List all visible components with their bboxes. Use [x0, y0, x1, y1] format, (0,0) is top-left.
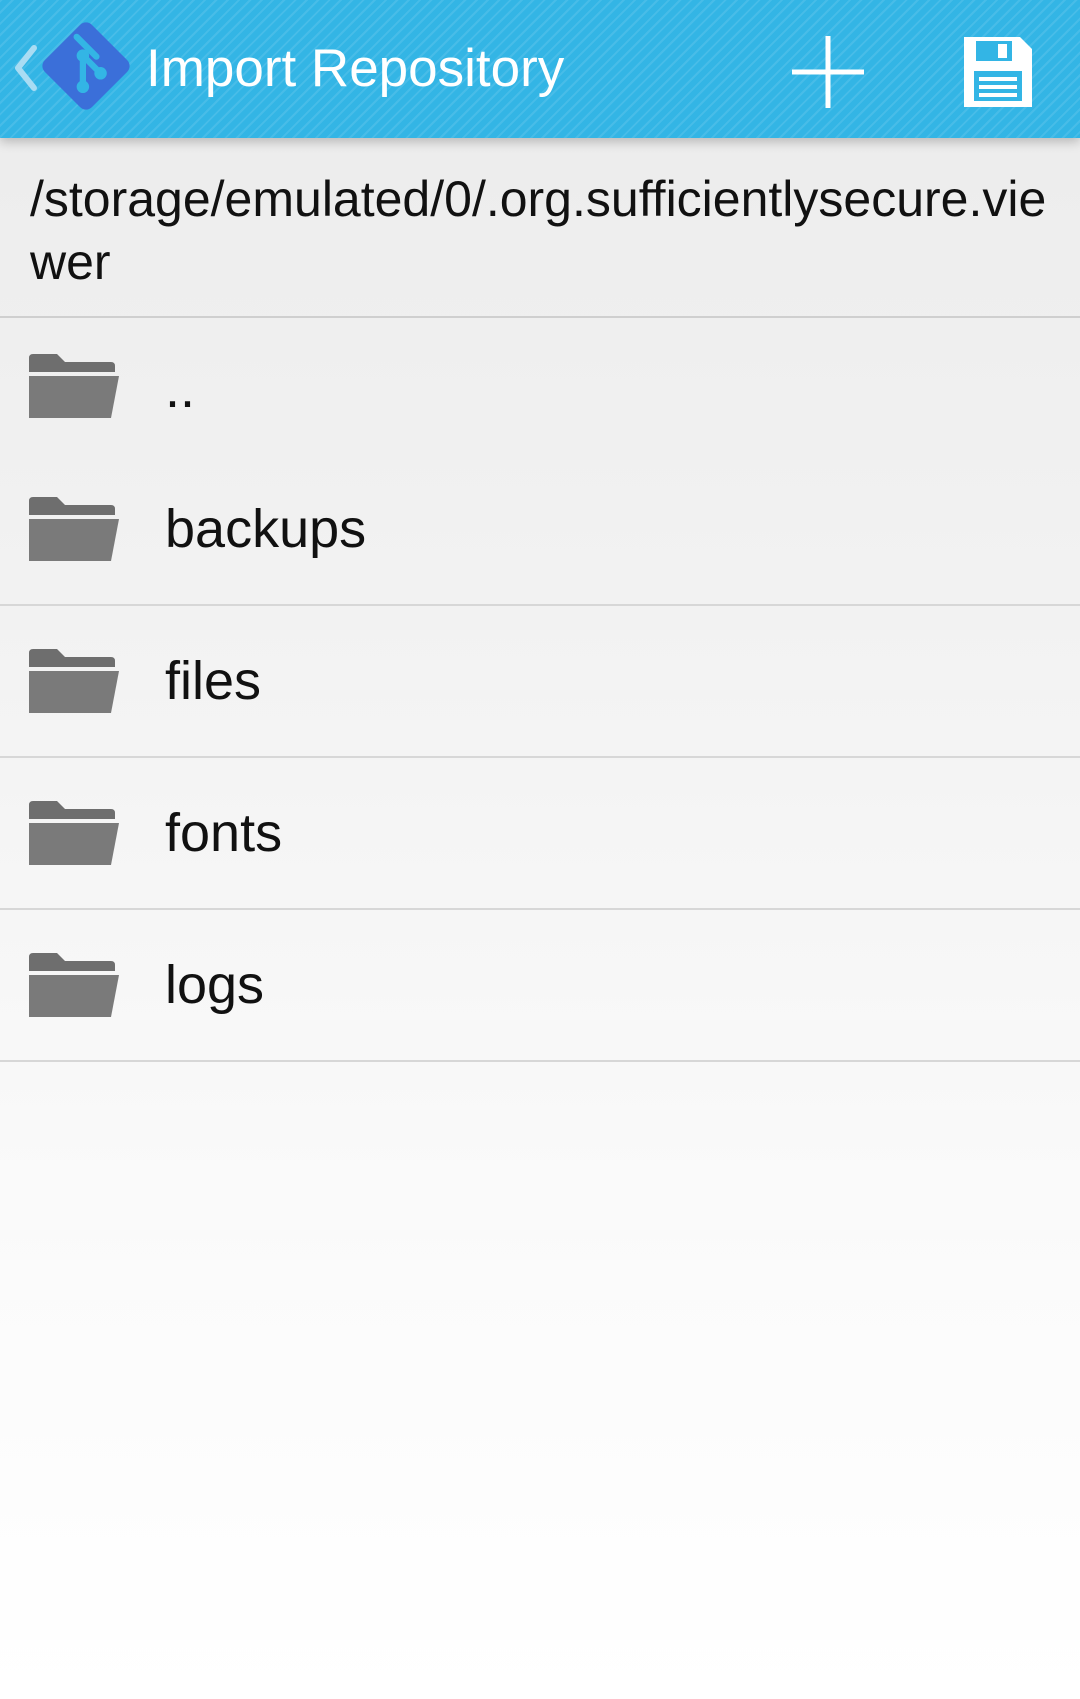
save-button[interactable]: [948, 22, 1048, 122]
list-item-files[interactable]: files: [0, 606, 1080, 758]
list-item-fonts[interactable]: fonts: [0, 758, 1080, 910]
folder-label: logs: [165, 955, 265, 1015]
action-bar: Import Repository: [0, 0, 1080, 138]
folder-label: backups: [165, 499, 367, 559]
add-button[interactable]: [778, 22, 878, 122]
folder-label: files: [165, 651, 262, 711]
git-logo-icon[interactable]: [34, 14, 138, 118]
folder-icon: [29, 497, 119, 561]
folder-label: fonts: [165, 803, 283, 863]
plus-icon: [792, 36, 864, 108]
folder-icon: [29, 801, 119, 865]
floppy-disk-icon: [964, 37, 1032, 107]
folder-icon: [29, 953, 119, 1017]
page-title: Import Repository: [146, 39, 565, 98]
folder-label: ..: [165, 359, 196, 419]
list-item-logs[interactable]: logs: [0, 910, 1080, 1062]
folder-icon: [29, 354, 119, 418]
list-item-parent-directory[interactable]: ..: [0, 318, 1080, 454]
current-path: /storage/emulated/0/.org.sufficientlysec…: [30, 171, 1047, 290]
current-path-header: /storage/emulated/0/.org.sufficientlysec…: [0, 138, 1080, 318]
folder-list: .. backups files fonts logs: [0, 318, 1080, 1062]
folder-icon: [29, 649, 119, 713]
list-item-backups[interactable]: backups: [0, 454, 1080, 606]
